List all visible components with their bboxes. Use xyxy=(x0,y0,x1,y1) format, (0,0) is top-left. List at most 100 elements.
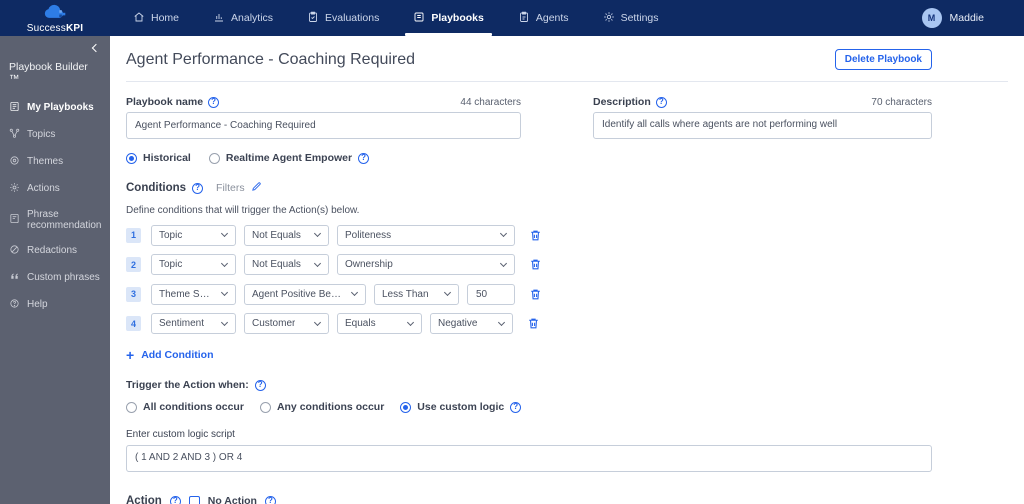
nav-item-settings[interactable]: Settings xyxy=(586,0,676,36)
sidebar-item-label: Themes xyxy=(27,156,64,167)
sidebar-item-redactions[interactable]: Redactions xyxy=(0,237,110,264)
edit-pencil-icon[interactable] xyxy=(251,179,262,197)
help-icon[interactable]: ? xyxy=(208,96,220,108)
condition-operator-select[interactable]: Less Than xyxy=(374,283,459,305)
sidebar-item-help[interactable]: Help xyxy=(0,291,110,318)
playbooks-icon xyxy=(413,11,425,26)
radio-historical[interactable]: Historical xyxy=(126,152,191,164)
condition-value-select[interactable]: Politeness xyxy=(337,224,515,246)
condition-operator-select[interactable]: Not Equals xyxy=(244,254,329,275)
condition-type-select[interactable]: Theme Score xyxy=(151,283,236,305)
description-label: Description? xyxy=(593,96,667,108)
chevron-down-icon xyxy=(313,229,322,238)
nav-item-agents[interactable]: Agents xyxy=(501,0,586,36)
nav-menu: Home Analytics Evaluations Playbooks Age… xyxy=(116,0,676,36)
condition-row: 1 Topic Not Equals Politeness xyxy=(126,224,932,246)
condition-row: 3 Theme Score Agent Positive Behavior Th… xyxy=(126,283,932,305)
no-action-checkbox[interactable] xyxy=(188,495,200,504)
condition-type-select[interactable]: Sentiment xyxy=(151,313,236,334)
condition-index-badge: 4 xyxy=(126,316,141,331)
description-input[interactable]: Identify all calls where agents are not … xyxy=(593,112,932,139)
help-icon[interactable]: ? xyxy=(358,152,370,164)
clipboard-check-icon xyxy=(307,11,319,26)
filters-label: Filters xyxy=(216,182,245,194)
condition-value-select[interactable]: Negative xyxy=(430,313,513,334)
conditions-title: Conditions xyxy=(126,182,187,194)
nav-item-evaluations[interactable]: Evaluations xyxy=(290,0,396,36)
sidebar-item-label: Custom phrases xyxy=(27,272,100,283)
playbook-name-input[interactable] xyxy=(126,112,521,139)
nav-item-label: Agents xyxy=(535,12,569,24)
nav-item-analytics[interactable]: Analytics xyxy=(196,0,290,36)
help-icon[interactable]: ? xyxy=(254,379,266,391)
help-icon[interactable]: ? xyxy=(655,96,667,108)
sidebar: Playbook Builder ™ My Playbooks Topics T… xyxy=(0,36,110,504)
sidebar-item-actions[interactable]: Actions xyxy=(0,175,110,202)
chevron-down-icon xyxy=(497,318,506,326)
action-title: Action xyxy=(126,495,162,504)
gear-icon xyxy=(603,11,615,26)
condition-row: 4 Sentiment Customer Equals Negative xyxy=(126,313,932,334)
chevron-down-icon xyxy=(499,229,508,238)
playbook-name-label: Playbook name? xyxy=(126,96,220,108)
chevron-down-icon xyxy=(406,318,415,326)
help-icon[interactable]: ? xyxy=(264,495,276,504)
delete-condition-button[interactable] xyxy=(529,258,542,271)
collapse-sidebar-icon[interactable] xyxy=(91,43,101,53)
condition-type-select[interactable]: Topic xyxy=(151,224,236,246)
brand-logo[interactable]: SuccessKPI xyxy=(0,2,110,34)
top-nav: SuccessKPI Home Analytics Evaluations Pl… xyxy=(0,0,1024,36)
condition-operator-select[interactable]: Equals xyxy=(337,313,422,334)
condition-type-select[interactable]: Topic xyxy=(151,254,236,275)
user-name: Maddie xyxy=(949,12,984,24)
delete-condition-button[interactable] xyxy=(529,288,542,301)
delete-condition-button[interactable] xyxy=(527,317,540,330)
analytics-icon xyxy=(213,11,225,26)
page-title: Agent Performance - Coaching Required xyxy=(126,50,416,68)
condition-value-select[interactable]: Ownership xyxy=(337,254,515,275)
radio-realtime-agent-empower[interactable]: Realtime Agent Empower ? xyxy=(208,152,370,164)
add-condition-button[interactable]: + Add Condition xyxy=(126,348,214,362)
delete-condition-button[interactable] xyxy=(529,229,542,242)
nav-item-home[interactable]: Home xyxy=(116,0,196,36)
trigger-radio-group: All conditions occur Any conditions occu… xyxy=(126,401,932,413)
gear-icon xyxy=(9,182,20,196)
sidebar-title: Playbook Builder ™ xyxy=(9,61,88,85)
sidebar-item-topics[interactable]: Topics xyxy=(0,121,110,148)
custom-logic-label: Enter custom logic script xyxy=(126,429,235,440)
nav-item-label: Settings xyxy=(620,12,659,24)
description-char-counter: 70 characters xyxy=(871,96,932,108)
radio-any-conditions[interactable]: Any conditions occur xyxy=(259,401,384,413)
radio-selected-icon xyxy=(400,401,412,413)
trigger-when-label: Trigger the Action when:? xyxy=(126,379,932,391)
condition-score-input[interactable] xyxy=(467,283,515,305)
nav-item-label: Analytics xyxy=(231,12,274,24)
user-menu[interactable]: M Maddie xyxy=(921,8,984,28)
delete-playbook-button[interactable]: Delete Playbook xyxy=(834,49,932,70)
condition-operator-select[interactable]: Not Equals xyxy=(244,224,329,246)
sidebar-item-themes[interactable]: Themes xyxy=(0,148,110,175)
no-action-label: No Action xyxy=(207,495,257,504)
help-icon[interactable]: ? xyxy=(192,182,204,194)
condition-row: 2 Topic Not Equals Ownership xyxy=(126,254,932,275)
sidebar-item-phrase-recommendation[interactable]: Phrase recommendation xyxy=(0,202,110,237)
themes-target-icon xyxy=(9,155,20,169)
conditions-subtitle: Define conditions that will trigger the … xyxy=(126,205,360,216)
radio-unselected-icon xyxy=(208,152,220,164)
condition-party-select[interactable]: Customer xyxy=(244,313,329,334)
condition-theme-select[interactable]: Agent Positive Behavior The... xyxy=(244,283,366,305)
nav-item-playbooks[interactable]: Playbooks xyxy=(396,0,501,36)
chevron-down-icon xyxy=(313,318,322,326)
help-icon[interactable]: ? xyxy=(510,401,522,413)
sidebar-item-label: Phrase recommendation xyxy=(27,208,102,231)
radio-use-custom-logic[interactable]: Use custom logic ? xyxy=(400,401,522,413)
nav-item-label: Playbooks xyxy=(431,12,484,24)
redaction-slash-circle-icon xyxy=(9,244,20,258)
radio-all-conditions[interactable]: All conditions occur xyxy=(126,401,244,413)
sidebar-item-custom-phrases[interactable]: Custom phrases xyxy=(0,264,110,291)
help-icon[interactable]: ? xyxy=(169,495,181,504)
quotes-icon xyxy=(9,271,20,285)
sidebar-item-my-playbooks[interactable]: My Playbooks xyxy=(0,94,110,121)
custom-logic-input[interactable]: ( 1 AND 2 AND 3 ) OR 4 xyxy=(126,445,932,472)
nav-item-label: Home xyxy=(151,12,180,24)
